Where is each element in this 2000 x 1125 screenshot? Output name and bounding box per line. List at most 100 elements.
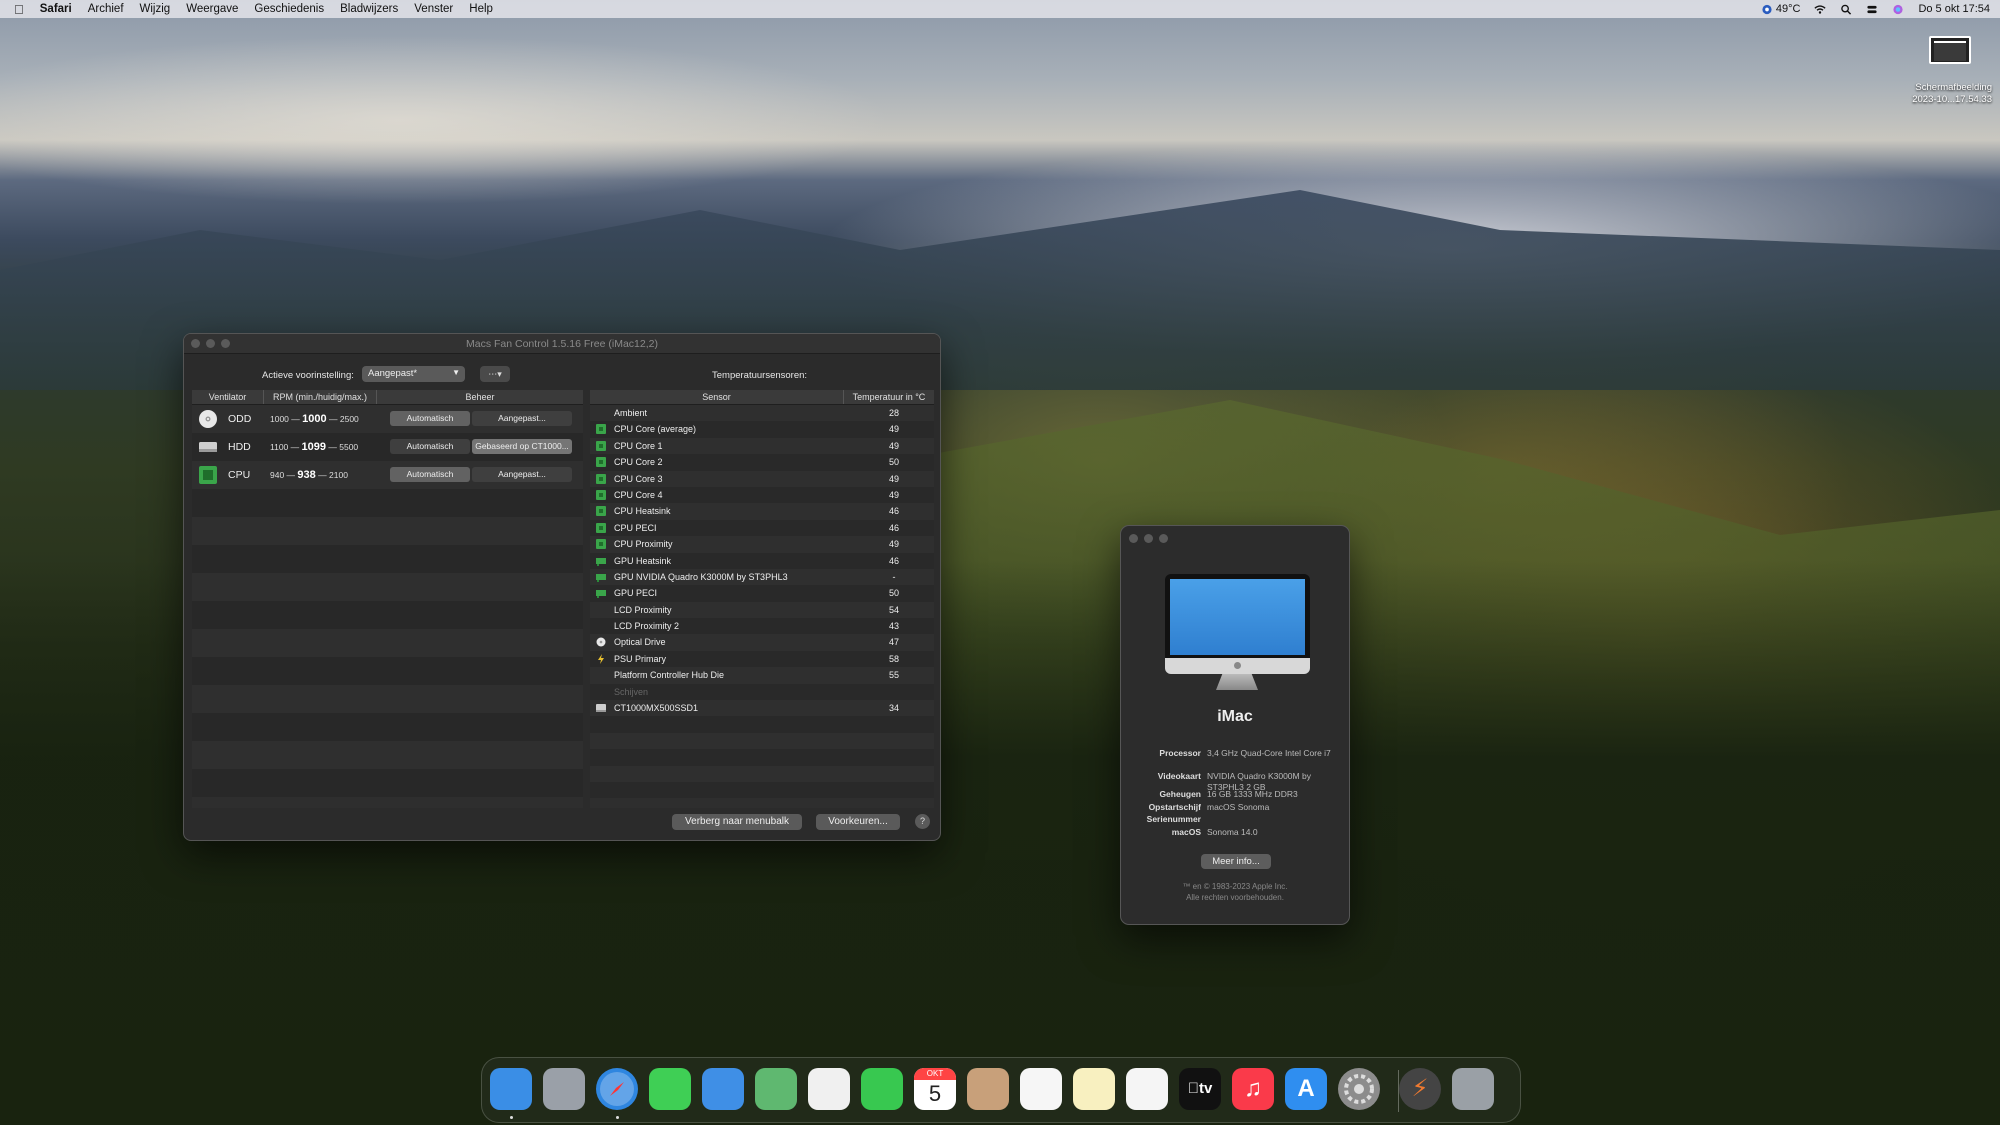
close-button[interactable] <box>1129 534 1138 543</box>
custom-button[interactable]: Aangepast... <box>472 411 572 426</box>
auto-button[interactable]: Automatisch <box>390 467 470 482</box>
sensor-temperature: 46 <box>888 506 899 517</box>
sensor-row[interactable]: CPU Core 1 49 <box>590 437 934 455</box>
col-temperature[interactable]: Temperatuur in °C <box>844 390 934 404</box>
dock-mail-icon[interactable] <box>702 1068 744 1110</box>
dock-calendar-icon[interactable]: OKT 5 <box>914 1068 956 1110</box>
auto-button[interactable]: Automatisch <box>390 439 470 454</box>
sensor-temperature: 50 <box>888 588 899 599</box>
fan-row-odd[interactable]: ODD 1000 — 1000 — 2500 Automatisch Aange… <box>192 405 583 433</box>
rpm-max: 2500 <box>339 414 359 424</box>
dock-system-settings-icon[interactable] <box>1338 1068 1380 1110</box>
sensor-row[interactable]: CPU Core 2 50 <box>590 454 934 471</box>
col-rpm[interactable]: RPM (min./huidig/max.) <box>264 390 377 404</box>
sensor-row[interactable]: CT1000MX500SSD1 34 <box>590 700 934 717</box>
menu-geschiedenis[interactable]: Geschiedenis <box>254 3 324 15</box>
empty-row <box>192 489 583 517</box>
menu-bladwijzers[interactable]: Bladwijzers <box>340 3 398 15</box>
col-beheer[interactable]: Beheer <box>377 390 583 404</box>
sensor-name: Schijven <box>614 686 649 697</box>
fans-table-header: Ventilator RPM (min./huidig/max.) Beheer <box>192 390 583 405</box>
sensor-row[interactable]: CPU Heatsink 46 <box>590 503 934 520</box>
fan-control-status[interactable]: 49°C <box>1761 3 1800 15</box>
menu-wijzig[interactable]: Wijzig <box>140 3 171 15</box>
optical-drive-icon <box>199 410 217 428</box>
menu-venster[interactable]: Venster <box>414 3 453 15</box>
sensor-row[interactable]: Optical Drive 47 <box>590 634 934 651</box>
dock-contacts-icon[interactable] <box>967 1068 1009 1110</box>
sensor-name: CPU Core (average) <box>614 424 697 435</box>
spotlight-search-icon[interactable] <box>1840 4 1852 15</box>
dock: OKT5 tv ♫ A ⚡ <box>481 1057 1521 1123</box>
sensor-row[interactable]: CPU Core 3 49 <box>590 470 934 487</box>
dock-facetime-icon[interactable] <box>861 1068 903 1110</box>
fan-row-cpu[interactable]: CPU 940 — 938 — 2100 Automatisch Aangepa… <box>192 461 583 489</box>
dock-photos-icon[interactable] <box>808 1068 850 1110</box>
dock-maps-icon[interactable] <box>755 1068 797 1110</box>
sensor-row[interactable]: Ambient 28 <box>590 405 934 422</box>
menubar-clock[interactable]: Do 5 okt 17:54 <box>1918 3 1990 15</box>
custom-button[interactable]: Gebaseerd op CT1000... <box>472 439 572 454</box>
wifi-icon[interactable] <box>1814 4 1827 15</box>
dock-macs-fan-control-icon[interactable]: ⚡ <box>1399 1068 1441 1110</box>
gpu-card-icon <box>596 573 606 582</box>
dock-notes-icon[interactable] <box>1073 1068 1115 1110</box>
running-indicator <box>616 1116 619 1119</box>
sensor-row[interactable]: LCD Proximity 54 <box>590 601 934 619</box>
custom-button[interactable]: Aangepast... <box>472 467 572 482</box>
minimize-button[interactable] <box>1144 534 1153 543</box>
menu-archief[interactable]: Archief <box>88 3 124 15</box>
sensor-row[interactable]: CPU Proximity 49 <box>590 536 934 553</box>
empty-row <box>192 601 583 629</box>
dock-safari-icon[interactable] <box>596 1068 638 1110</box>
sensor-row[interactable]: LCD Proximity 2 43 <box>590 618 934 635</box>
sensor-row[interactable]: GPU Heatsink 46 <box>590 552 934 569</box>
gpu-card-icon <box>596 590 606 599</box>
control-center-icon[interactable] <box>1866 4 1878 15</box>
thumb-label-line2: 2023-10...17.54.33 <box>1912 94 1992 105</box>
menu-help[interactable]: Help <box>469 3 493 15</box>
hard-drive-icon <box>199 442 217 452</box>
preferences-button[interactable]: Voorkeuren... <box>816 814 900 830</box>
sensor-row[interactable]: GPU PECI 50 <box>590 585 934 602</box>
sensor-temperature: 55 <box>888 670 899 681</box>
fan-row-hdd[interactable]: HDD 1100 — 1099 — 5500 Automatisch Gebas… <box>192 433 583 461</box>
help-button[interactable]: ? <box>915 814 930 829</box>
apple-menu-icon[interactable]:  <box>14 2 24 17</box>
dock-music-icon[interactable]: ♫ <box>1232 1068 1274 1110</box>
siri-icon[interactable] <box>1892 4 1904 15</box>
sensor-row[interactable]: CPU Core (average) 49 <box>590 421 934 438</box>
more-info-button[interactable]: Meer info... <box>1201 854 1271 869</box>
screenshot-thumbnail-icon[interactable] <box>1929 36 1971 64</box>
copyright: ™ en © 1983-2023 Apple Inc. Alle rechten… <box>1121 881 1349 903</box>
sensor-row[interactable]: CPU Core 4 49 <box>590 486 934 504</box>
menu-app-name[interactable]: Safari <box>40 3 72 15</box>
dock-messages-icon[interactable] <box>649 1068 691 1110</box>
preset-actions-button[interactable]: ⋯▾ <box>480 366 510 382</box>
dock-apple-tv-icon[interactable]: tv <box>1179 1068 1221 1110</box>
apple-tv-label: tv <box>1179 1068 1221 1110</box>
col-ventilator[interactable]: Ventilator <box>192 390 264 404</box>
thumb-label-line1: Schermafbeelding <box>1915 82 1992 93</box>
spec-key: Opstartschijf <box>1148 802 1201 812</box>
sensor-row[interactable]: Platform Controller Hub Die 55 <box>590 667 934 684</box>
menu-weergave[interactable]: Weergave <box>186 3 238 15</box>
dock-trash-icon[interactable] <box>1452 1068 1494 1110</box>
dock-finder-icon[interactable] <box>490 1068 532 1110</box>
sensor-row[interactable]: Schijven <box>590 683 934 701</box>
preset-select[interactable]: Aangepast* ▼ <box>362 366 465 382</box>
sensor-row[interactable]: CPU PECI 46 <box>590 519 934 537</box>
music-note: ♫ <box>1244 1075 1262 1102</box>
zoom-button[interactable] <box>1159 534 1168 543</box>
dock-freeform-icon[interactable] <box>1126 1068 1168 1110</box>
dock-reminders-icon[interactable] <box>1020 1068 1062 1110</box>
dock-app-store-icon[interactable]: A <box>1285 1068 1327 1110</box>
sensor-name: Platform Controller Hub Die <box>614 670 725 681</box>
dock-launchpad-icon[interactable] <box>543 1068 585 1110</box>
hide-to-menubar-button[interactable]: Verberg naar menubalk <box>672 814 802 830</box>
auto-button[interactable]: Automatisch <box>390 411 470 426</box>
col-sensor[interactable]: Sensor <box>590 390 844 404</box>
sensor-row[interactable]: PSU Primary 58 <box>590 650 934 668</box>
sensor-temperature: 58 <box>888 653 899 664</box>
sensor-row[interactable]: GPU NVIDIA Quadro K3000M by ST3PHL3 - <box>590 568 934 586</box>
